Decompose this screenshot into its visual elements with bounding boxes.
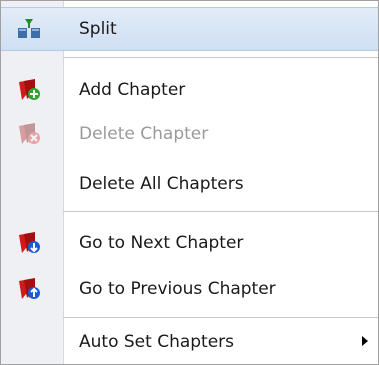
menu-item-label: Add Chapter [79, 80, 186, 100]
split-icon [17, 18, 41, 40]
menu-item-delete-chapter[interactable]: Delete Chapter [1, 112, 378, 156]
add-chapter-icon [17, 79, 41, 101]
previous-chapter-icon [17, 278, 41, 300]
menu-separator [63, 57, 378, 58]
menu-separator [63, 211, 378, 212]
menu-item-delete-all-chapters[interactable]: Delete All Chapters [1, 162, 378, 206]
next-chapter-icon [17, 232, 41, 254]
menu-item-go-to-previous-chapter[interactable]: Go to Previous Chapter [1, 267, 378, 311]
menu-item-label: Delete Chapter [79, 124, 209, 144]
menu-item-add-chapter[interactable]: Add Chapter [1, 68, 378, 112]
menu-item-split[interactable]: Split [1, 7, 378, 51]
menu-separator [63, 317, 378, 318]
menu-item-label: Split [79, 19, 117, 39]
menu-item-auto-set-chapters[interactable]: Auto Set Chapters [1, 320, 378, 364]
menu-item-label: Auto Set Chapters [79, 332, 235, 352]
menu-item-label: Go to Next Chapter [79, 233, 244, 253]
submenu-arrow-icon [362, 336, 368, 346]
menu-item-label: Go to Previous Chapter [79, 279, 276, 299]
menu-item-go-to-next-chapter[interactable]: Go to Next Chapter [1, 221, 378, 265]
context-menu: Split Add Chapter Delete Chapter Delete … [0, 0, 379, 365]
delete-chapter-icon [17, 123, 41, 145]
menu-item-label: Delete All Chapters [79, 174, 244, 194]
